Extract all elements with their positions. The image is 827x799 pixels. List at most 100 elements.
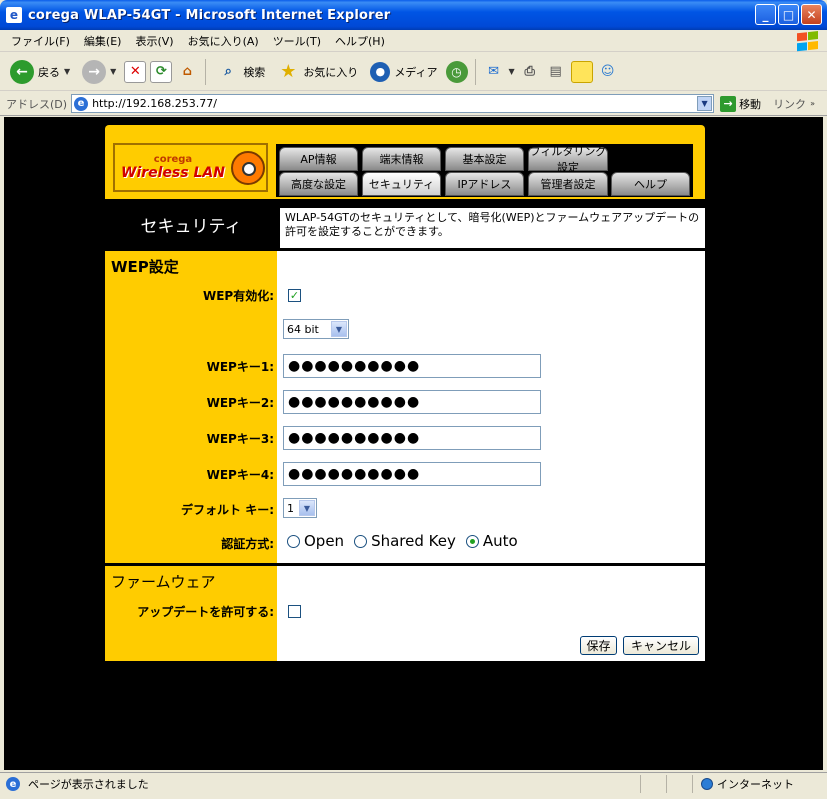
wep-key1-label: WEPキー1:: [206, 360, 274, 374]
status-cell: [640, 775, 666, 793]
menu-file[interactable]: ファイル(F): [4, 33, 77, 49]
default-key-select[interactable]: 1 ▼: [283, 498, 317, 518]
address-label: アドレス(D): [6, 97, 68, 111]
page-title: セキュリティ: [105, 199, 277, 249]
logo-text: corega Wireless LAN: [115, 154, 225, 181]
wep-key4-input[interactable]: ●●●●●●●●●●: [283, 462, 541, 486]
links-button[interactable]: リンク: [773, 96, 806, 112]
wep-key2-label: WEPキー2:: [206, 396, 274, 410]
chevron-down-icon: ▼: [299, 500, 315, 516]
windows-logo-icon: [797, 31, 821, 52]
auth-open-label[interactable]: Open: [304, 532, 344, 550]
tab-client-info[interactable]: 端末情報: [362, 147, 441, 171]
maximize-button[interactable]: □: [778, 4, 799, 25]
go-button[interactable]: → 移動: [720, 95, 762, 112]
window-controls: _ □ ✕: [755, 4, 822, 25]
wep-enable-checkbox[interactable]: ✓: [288, 289, 301, 302]
logo-product: Wireless LAN: [121, 165, 225, 181]
wep-bits-select[interactable]: 64 bit ▼: [283, 319, 349, 339]
auth-shared-radio[interactable]: [354, 534, 368, 548]
forward-arrow-icon: →: [82, 59, 107, 84]
search-button[interactable]: ⌕ 検索: [213, 61, 269, 83]
back-label: 戻る: [38, 65, 60, 79]
tab-help[interactable]: ヘルプ: [611, 172, 690, 196]
print-icon[interactable]: ⎙: [519, 61, 541, 83]
status-cell: [666, 775, 692, 793]
default-key-label: デフォルト キー:: [181, 503, 274, 517]
status-bar: e ページが表示されました インターネット: [0, 772, 827, 795]
firmware-allow-label: アップデートを許可する:: [137, 605, 274, 619]
tab-ap-info[interactable]: AP情報: [279, 147, 358, 171]
firmware-heading: ファームウェア: [111, 573, 216, 591]
go-arrow-icon: →: [720, 95, 737, 112]
menu-help[interactable]: ヘルプ(H): [328, 33, 392, 49]
firmware-allow-checkbox[interactable]: [288, 605, 301, 618]
window-titlebar: e corega WLAP-54GT - Microsoft Internet …: [0, 0, 827, 30]
menu-favorites[interactable]: お気に入り(A): [181, 33, 266, 49]
router-panel: corega Wireless LAN AP情報 端末情報 基本設定 フィルタリ…: [105, 125, 705, 661]
forward-button[interactable]: → ▼: [78, 59, 120, 84]
menu-tools[interactable]: ツール(T): [266, 33, 328, 49]
tab-admin[interactable]: 管理者設定: [528, 172, 608, 196]
wep-heading: WEP設定: [111, 258, 179, 276]
back-button[interactable]: ← 戻る ▼: [6, 59, 74, 84]
address-bar: アドレス(D) e http://192.168.253.77/ ▼ → 移動 …: [0, 92, 827, 116]
tab-ip-address[interactable]: IPアドレス: [445, 172, 524, 196]
address-dropdown-icon[interactable]: ▼: [697, 96, 713, 111]
mascot-icon: [230, 150, 265, 185]
zone-label: インターネット: [717, 778, 794, 791]
go-label: 移動: [739, 97, 762, 111]
address-input[interactable]: e http://192.168.253.77/ ▼: [71, 94, 715, 113]
auth-method-label: 認証方式:: [221, 537, 274, 551]
favorites-button[interactable]: ★ お気に入り: [273, 61, 362, 83]
cancel-button[interactable]: キャンセル: [623, 636, 699, 655]
default-key-value: 1: [287, 501, 294, 515]
tab-security[interactable]: セキュリティ: [362, 172, 441, 196]
ie-app-icon: e: [6, 7, 22, 23]
discuss-icon[interactable]: [570, 60, 593, 83]
tab-filtering[interactable]: フィルタリング設定: [528, 145, 608, 174]
wep-key3-input[interactable]: ●●●●●●●●●●: [283, 426, 541, 450]
back-dropdown-icon: ▼: [64, 67, 71, 76]
mail-dropdown-icon[interactable]: ▼: [509, 67, 515, 76]
home-icon[interactable]: ⌂: [176, 61, 198, 83]
menu-view[interactable]: 表示(V): [128, 33, 180, 49]
page-done-icon: e: [6, 777, 20, 791]
auth-shared-label[interactable]: Shared Key: [371, 532, 456, 550]
wep-settings-section: WEP設定 WEP有効化: ✓ 64 bit ▼ WEPキー1: ●●●●●●●…: [105, 251, 705, 563]
auth-auto-radio[interactable]: [465, 534, 479, 548]
menu-edit[interactable]: 編集(E): [77, 33, 129, 49]
wep-key4-label: WEPキー4:: [206, 468, 274, 482]
mail-icon[interactable]: ✉: [483, 61, 505, 83]
header-bar: corega Wireless LAN AP情報 端末情報 基本設定 フィルタリ…: [105, 125, 705, 199]
wep-key3-label: WEPキー3:: [206, 432, 274, 446]
toolbar-separator: [474, 58, 476, 85]
close-button[interactable]: ✕: [801, 4, 822, 25]
logo-brand: corega: [153, 154, 193, 165]
status-text: ページが表示されました: [28, 778, 149, 791]
save-button[interactable]: 保存: [580, 636, 617, 655]
refresh-icon[interactable]: ⟳: [150, 60, 173, 83]
stop-icon[interactable]: ✕: [124, 60, 147, 83]
chevron-down-icon: ▼: [331, 321, 347, 337]
search-label: 検索: [243, 65, 266, 79]
wep-key1-input[interactable]: ●●●●●●●●●●: [283, 354, 541, 378]
edit-icon[interactable]: ▤: [545, 61, 567, 83]
search-icon: ⌕: [224, 64, 232, 79]
tab-basic-settings[interactable]: 基本設定: [445, 147, 524, 171]
history-icon[interactable]: ◷: [445, 60, 468, 83]
wep-bits-value: 64 bit: [287, 322, 319, 336]
tab-advanced[interactable]: 高度な設定: [279, 172, 358, 196]
toolbar-separator: [205, 58, 207, 85]
media-label: メディア: [394, 65, 438, 79]
nav-tabs: AP情報 端末情報 基本設定 フィルタリング設定 高度な設定 セキュリティ IP…: [276, 144, 693, 197]
links-chevron-icon[interactable]: »: [810, 99, 815, 108]
wep-key2-input[interactable]: ●●●●●●●●●●: [283, 390, 541, 414]
globe-icon: [701, 778, 713, 790]
back-arrow-icon: ←: [10, 59, 34, 84]
auth-auto-label[interactable]: Auto: [483, 532, 518, 550]
media-button[interactable]: ● メディア: [366, 61, 441, 82]
auth-open-radio[interactable]: [287, 534, 300, 548]
messenger-icon[interactable]: ☺: [597, 61, 619, 83]
minimize-button[interactable]: _: [755, 4, 776, 25]
